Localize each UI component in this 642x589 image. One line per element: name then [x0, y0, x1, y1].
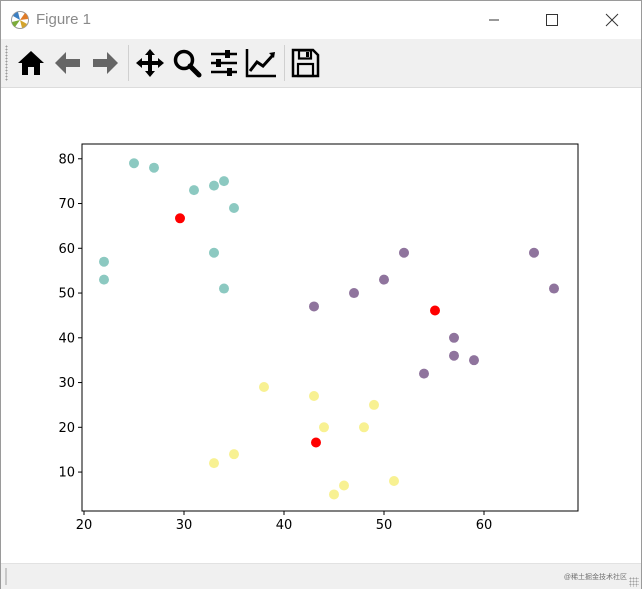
toolbar-separator — [128, 45, 129, 81]
x-tick-label: 40 — [276, 518, 293, 533]
y-tick-label: 40 — [58, 331, 75, 346]
scatter-point — [309, 301, 319, 312]
close-icon — [605, 13, 619, 27]
subplots-config-icon — [211, 50, 237, 76]
scatter-point — [309, 390, 319, 401]
y-tick-label: 70 — [58, 197, 75, 212]
centroid-point — [175, 213, 185, 224]
window-title: Figure 1 — [36, 11, 92, 28]
scatter-point — [449, 332, 459, 343]
forward-arrow-icon — [93, 52, 118, 74]
matplotlib-logo-icon — [10, 10, 30, 30]
scatter-point — [129, 158, 139, 169]
scatter-point — [149, 162, 159, 173]
scatter-point — [389, 476, 399, 487]
scatter-point — [549, 283, 559, 294]
centroid-point — [311, 437, 321, 448]
navigation-toolbar — [1, 39, 641, 88]
scatter-point — [319, 422, 329, 433]
back-button[interactable] — [52, 47, 84, 79]
home-button[interactable] — [15, 47, 47, 79]
scatter-point — [339, 480, 349, 491]
minimize-icon — [489, 19, 499, 21]
scatter-point — [189, 185, 199, 196]
x-tick-label: 30 — [176, 518, 193, 533]
scatter-point — [99, 274, 109, 285]
y-tick-label: 80 — [58, 152, 75, 167]
y-tick-label: 10 — [58, 466, 75, 481]
scatter-point — [349, 288, 359, 299]
scatter-point — [259, 382, 269, 393]
minimize-button[interactable] — [471, 1, 517, 39]
figure-window: Figure 1 20 30 40 50 60 10 20 30 40 50 6… — [0, 0, 642, 589]
scatter-point — [469, 355, 479, 366]
scatter-point — [529, 247, 539, 258]
save-icon — [291, 48, 320, 78]
scatter-point — [419, 368, 429, 379]
pan-button[interactable] — [134, 47, 166, 79]
scatter-point — [369, 399, 379, 410]
scatter-point — [399, 247, 409, 258]
watermark-text: @稀土掘金技术社区 — [563, 574, 627, 581]
y-tick-label: 60 — [58, 242, 75, 257]
maximize-icon — [546, 14, 558, 26]
pan-icon — [136, 49, 164, 77]
scatter-point — [219, 283, 229, 294]
save-button[interactable] — [289, 47, 321, 79]
scatter-point — [379, 274, 389, 285]
scatter-point — [209, 180, 219, 191]
figure-canvas[interactable]: 20 30 40 50 60 10 20 30 40 50 60 70 80 — [1, 88, 641, 563]
configure-subplots-button[interactable] — [208, 47, 240, 79]
toolbar-separator — [284, 45, 285, 81]
toolbar-grip[interactable] — [5, 45, 8, 81]
scatter-point — [99, 256, 109, 267]
centroid-point — [430, 305, 440, 316]
edit-axes-button[interactable] — [245, 47, 277, 79]
back-arrow-icon — [55, 52, 80, 74]
scatter-point — [359, 422, 369, 433]
zoom-icon — [173, 49, 202, 78]
y-tick-label: 30 — [58, 376, 75, 391]
y-tick-label: 50 — [58, 287, 75, 302]
scatter-point — [229, 203, 239, 214]
y-tick-label: 20 — [58, 421, 75, 436]
status-bar: @稀土掘金技术社区 — [1, 563, 641, 589]
close-button[interactable] — [589, 1, 635, 39]
scatter-point — [219, 176, 229, 187]
zoom-button[interactable] — [171, 47, 203, 79]
x-tick-label: 20 — [76, 518, 93, 533]
status-grip — [5, 568, 7, 585]
edit-axes-icon — [245, 49, 276, 78]
scatter-point — [209, 247, 219, 258]
scatter-plot: 20 30 40 50 60 10 20 30 40 50 60 70 80 — [58, 143, 579, 533]
resize-grip[interactable] — [629, 577, 639, 587]
home-icon — [18, 51, 44, 75]
title-bar: Figure 1 — [1, 1, 641, 39]
x-tick-label: 50 — [376, 518, 393, 533]
axes-frame — [81, 143, 579, 512]
scatter-point — [229, 449, 239, 460]
x-tick-label: 60 — [476, 518, 493, 533]
scatter-point — [329, 489, 339, 500]
scatter-point — [209, 458, 219, 469]
forward-button[interactable] — [89, 47, 121, 79]
scatter-point — [449, 350, 459, 361]
maximize-button[interactable] — [529, 1, 575, 39]
